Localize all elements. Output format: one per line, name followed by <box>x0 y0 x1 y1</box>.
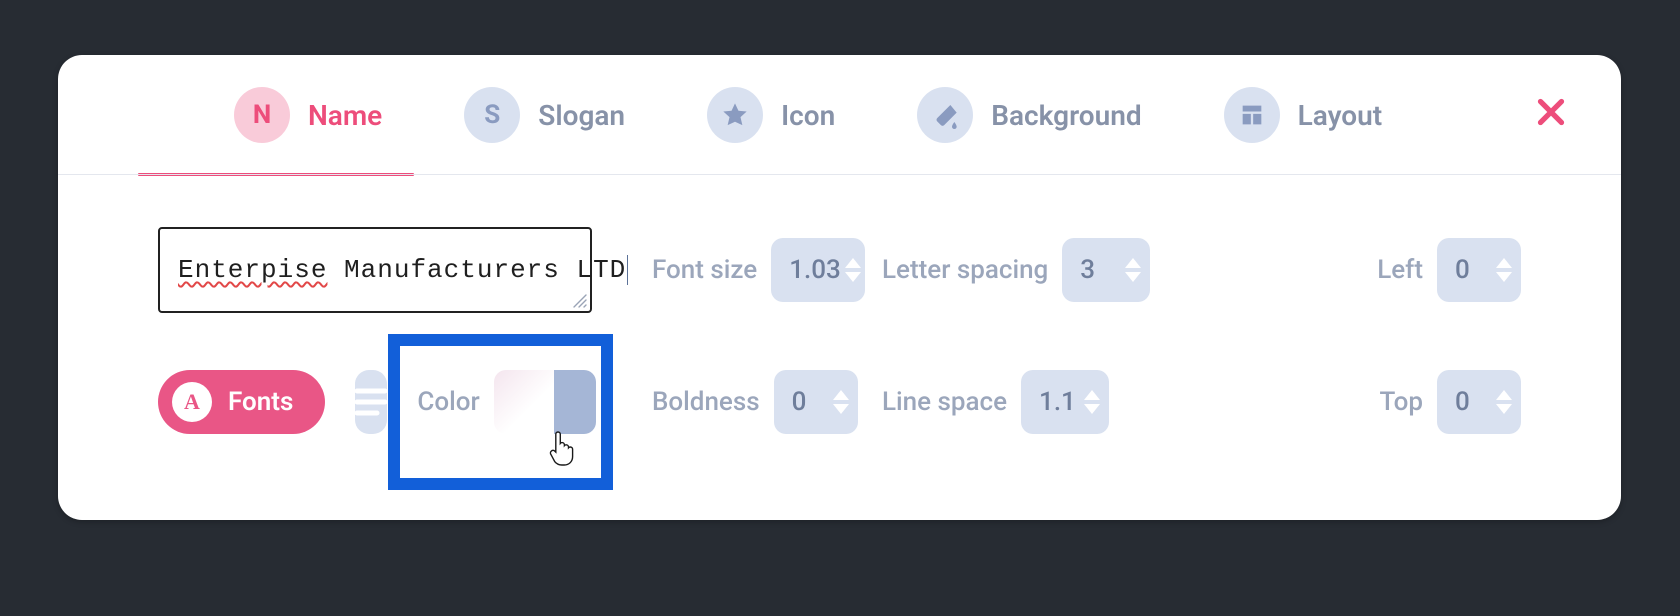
stepper-handle-icon <box>1487 370 1521 434</box>
stepper-handle-icon <box>824 370 858 434</box>
tab-name-label: Name <box>308 99 382 132</box>
editor-body: Enterpise Manufacturers LTD Font size 1.… <box>58 175 1621 442</box>
boldness-label: Boldness <box>652 387 760 417</box>
line-space-stepper[interactable]: 1.1 <box>1021 370 1109 434</box>
name-input-value: Enterpise Manufacturers LTD <box>178 255 628 285</box>
left-value: 0 <box>1455 255 1487 285</box>
star-icon <box>707 87 763 143</box>
line-space-value: 1.1 <box>1039 387 1076 417</box>
left-stepper[interactable]: 0 <box>1437 238 1521 302</box>
top-stepper[interactable]: 0 <box>1437 370 1521 434</box>
left-label: Left <box>1377 255 1423 285</box>
tab-layout-label: Layout <box>1298 99 1383 132</box>
stepper-handle-icon <box>1116 238 1150 302</box>
font-size-stepper[interactable]: 1.03 <box>771 238 865 302</box>
tab-background[interactable]: Background <box>891 55 1167 175</box>
letter-spacing-value: 3 <box>1080 255 1116 285</box>
text-caret <box>627 255 628 285</box>
stepper-handle-icon <box>554 370 596 434</box>
tab-bar: N Name S Slogan Icon Background <box>58 55 1621 175</box>
editor-panel: N Name S Slogan Icon Background <box>58 55 1621 520</box>
row-2: A Fonts Color <box>158 362 1521 442</box>
text-align-button[interactable] <box>355 370 387 434</box>
stepper-handle-icon <box>841 238 865 302</box>
name-input[interactable]: Enterpise Manufacturers LTD <box>158 227 592 313</box>
boldness-value: 0 <box>792 387 824 417</box>
name-input-rest: Manufacturers LTD <box>327 255 626 285</box>
font-size-value: 1.03 <box>789 255 841 285</box>
text-align-icon <box>355 387 387 417</box>
top-label: Top <box>1380 387 1423 417</box>
resize-grip-icon[interactable] <box>572 293 588 309</box>
paint-bucket-icon <box>917 87 973 143</box>
tab-slogan[interactable]: S Slogan <box>438 55 651 175</box>
tab-name-letter: N <box>253 100 271 130</box>
tab-icon[interactable]: Icon <box>681 55 861 175</box>
tab-layout[interactable]: Layout <box>1198 55 1409 175</box>
tab-name[interactable]: N Name <box>208 55 408 175</box>
fonts-icon-letter: A <box>184 389 200 415</box>
letter-spacing-stepper[interactable]: 3 <box>1062 238 1150 302</box>
tab-slogan-letter: S <box>484 100 500 130</box>
font-size-label: Font size <box>652 255 757 285</box>
color-label: Color <box>417 387 479 417</box>
tab-icon-label: Icon <box>781 99 835 132</box>
layout-icon <box>1224 87 1280 143</box>
top-value: 0 <box>1455 387 1487 417</box>
row-1: Enterpise Manufacturers LTD Font size 1.… <box>158 230 1521 310</box>
name-input-misspelled: Enterpise <box>178 255 327 285</box>
line-space-label: Line space <box>882 387 1007 417</box>
tab-slogan-icon: S <box>464 87 520 143</box>
stepper-handle-icon <box>1487 238 1521 302</box>
tab-slogan-label: Slogan <box>538 99 625 132</box>
tab-background-label: Background <box>991 99 1141 132</box>
stepper-handle-icon <box>1076 370 1109 434</box>
fonts-icon: A <box>172 382 212 422</box>
boldness-stepper[interactable]: 0 <box>774 370 858 434</box>
color-picker[interactable] <box>494 370 596 434</box>
close-icon <box>1533 94 1569 130</box>
color-swatch-icon <box>494 370 554 434</box>
letter-spacing-label: Letter spacing <box>882 255 1048 285</box>
tab-name-icon: N <box>234 87 290 143</box>
tabs-divider <box>58 174 1621 175</box>
fonts-button[interactable]: A Fonts <box>158 370 325 434</box>
close-button[interactable] <box>1513 82 1581 148</box>
fonts-label: Fonts <box>228 387 293 417</box>
